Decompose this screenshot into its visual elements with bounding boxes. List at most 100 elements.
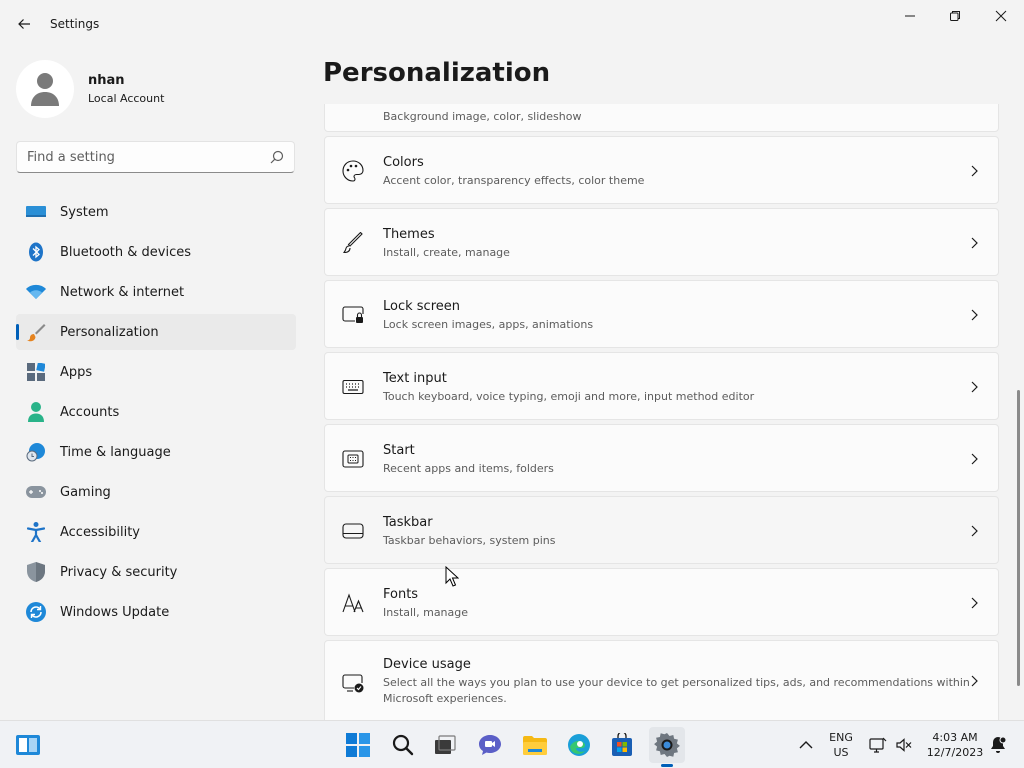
sidebar-item-time-language[interactable]: Time & language: [16, 434, 296, 470]
search-box[interactable]: [16, 141, 295, 173]
taskbar-search-button[interactable]: [385, 727, 421, 763]
restore-button[interactable]: [932, 0, 978, 32]
sidebar-item-label: Windows Update: [60, 604, 170, 620]
card-themes[interactable]: Themes Install, create, manage: [324, 208, 999, 276]
chevron-right-icon: [971, 453, 978, 465]
sidebar-item-label: Accounts: [60, 404, 120, 420]
sidebar-item-windows-update[interactable]: Windows Update: [16, 594, 296, 630]
shield-icon: [26, 562, 46, 582]
vertical-scrollbar[interactable]: [1017, 390, 1020, 686]
search-input[interactable]: [17, 149, 257, 165]
sidebar-item-label: Gaming: [60, 484, 111, 500]
card-background[interactable]: Background image, color, slideshow: [324, 104, 999, 132]
chevron-right-icon: [971, 165, 978, 177]
sidebar-item-personalization[interactable]: Personalization: [16, 314, 296, 350]
user-profile[interactable]: nhan Local Account: [16, 60, 164, 118]
wifi-icon: [26, 282, 46, 302]
card-text-input[interactable]: Text input Touch keyboard, voice typing,…: [324, 352, 999, 420]
page-title: Personalization: [323, 58, 551, 88]
sidebar-item-label: Accessibility: [60, 524, 140, 540]
minimize-button[interactable]: [887, 0, 933, 32]
gamepad-icon: [26, 482, 46, 502]
widgets-button[interactable]: [10, 727, 46, 763]
search-icon: [270, 150, 284, 164]
chat-button[interactable]: [472, 727, 508, 763]
chevron-right-icon: [971, 525, 978, 537]
close-button[interactable]: [978, 0, 1024, 32]
sidebar-item-accounts[interactable]: Accounts: [16, 394, 296, 430]
card-subtitle: Lock screen images, apps, animations: [383, 318, 594, 331]
sidebar-item-accessibility[interactable]: Accessibility: [16, 514, 296, 550]
card-title: Themes: [383, 227, 435, 242]
accounts-icon: [26, 402, 46, 422]
card-fonts[interactable]: Fonts Install, manage: [324, 568, 999, 636]
card-subtitle: Accent color, transparency effects, colo…: [383, 174, 645, 187]
show-hidden-icons-button[interactable]: [788, 727, 824, 763]
card-subtitle: Background image, color, slideshow: [383, 110, 582, 123]
back-arrow-icon: [18, 19, 30, 29]
card-taskbar[interactable]: Taskbar Taskbar behaviors, system pins: [324, 496, 999, 564]
start-icon: [341, 447, 365, 471]
task-view-button[interactable]: [427, 727, 463, 763]
card-title: Fonts: [383, 587, 419, 602]
card-title: Colors: [383, 155, 424, 170]
restore-icon: [950, 11, 960, 21]
chat-icon: [479, 735, 501, 755]
notifications-button[interactable]: [986, 727, 1010, 763]
file-explorer-button[interactable]: [517, 727, 553, 763]
sidebar-item-bluetooth[interactable]: Bluetooth & devices: [16, 234, 296, 270]
back-button[interactable]: [8, 8, 40, 40]
card-title: Start: [383, 443, 415, 458]
card-lock-screen[interactable]: Lock screen Lock screen images, apps, an…: [324, 280, 999, 348]
volume-muted-icon: [896, 738, 912, 752]
windows-start-icon: [346, 733, 370, 757]
device-usage-icon: [341, 671, 365, 695]
store-icon: [612, 733, 632, 756]
language-indicator[interactable]: ENG US: [824, 730, 858, 760]
taskbar-icon: [341, 519, 365, 543]
clock[interactable]: 4:03 AM 12/7/2023: [918, 730, 992, 760]
card-colors[interactable]: Colors Accent color, transparency effect…: [324, 136, 999, 204]
card-title: Lock screen: [383, 299, 460, 314]
title-bar: Settings: [0, 0, 1024, 48]
fonts-icon: [341, 591, 365, 615]
chevron-up-icon: [799, 741, 813, 749]
card-start[interactable]: Start Recent apps and items, folders: [324, 424, 999, 492]
sidebar-item-apps[interactable]: Apps: [16, 354, 296, 390]
store-button[interactable]: [604, 727, 640, 763]
settings-list: Background image, color, slideshow Color…: [324, 104, 1000, 720]
taskbar: ENG US 4:03 AM 12/7/2023: [0, 720, 1024, 768]
brush-icon: [26, 322, 46, 342]
minimize-icon: [905, 15, 915, 17]
start-button[interactable]: [340, 727, 376, 763]
card-subtitle: Recent apps and items, folders: [383, 462, 554, 475]
sidebar-item-privacy[interactable]: Privacy & security: [16, 554, 296, 590]
edge-button[interactable]: [561, 727, 597, 763]
volume-button[interactable]: [888, 727, 920, 763]
close-icon: [995, 10, 1007, 22]
sidebar-item-system[interactable]: System: [16, 194, 296, 230]
sidebar-item-label: Bluetooth & devices: [60, 244, 191, 260]
keyboard-icon: [341, 375, 365, 399]
avatar: [16, 60, 74, 118]
settings-icon: [654, 733, 680, 757]
chevron-right-icon: [971, 597, 978, 609]
card-device-usage[interactable]: Device usage Select all the ways you pla…: [324, 640, 999, 720]
file-explorer-icon: [523, 736, 547, 755]
settings-button[interactable]: [649, 727, 685, 763]
background-icon: [341, 104, 365, 107]
app-title: Settings: [50, 17, 100, 31]
sidebar-item-label: Time & language: [60, 444, 171, 460]
update-icon: [26, 602, 46, 622]
palette-icon: [341, 159, 365, 183]
system-icon: [26, 202, 46, 222]
task-view-icon: [435, 735, 456, 754]
account-type: Local Account: [88, 92, 165, 105]
mouse-cursor-icon: [445, 566, 459, 587]
chevron-right-icon: [971, 381, 978, 393]
sidebar-item-gaming[interactable]: Gaming: [16, 474, 296, 510]
clock-time: 4:03 AM: [932, 731, 978, 744]
sidebar-item-network[interactable]: Network & internet: [16, 274, 296, 310]
widgets-icon: [16, 735, 40, 755]
sidebar-nav: System Bluetooth & devices Network & int…: [16, 194, 296, 634]
